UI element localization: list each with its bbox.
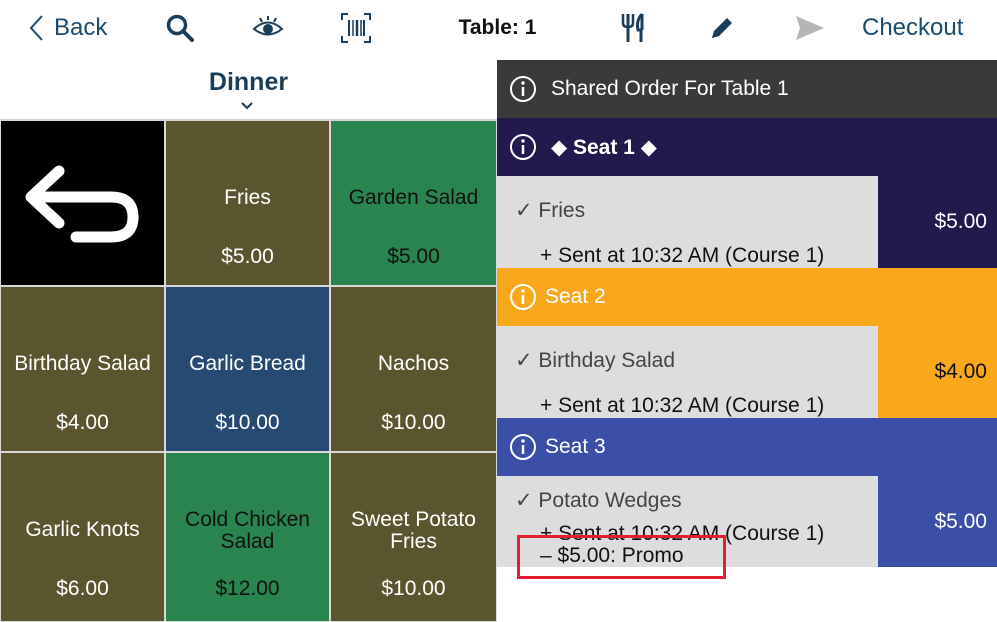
info-icon bbox=[510, 134, 536, 160]
order-item[interactable]: ✓ Fries + Sent at 10:32 AM (Course 1) $5… bbox=[497, 176, 997, 268]
seat-label: Seat 2 bbox=[545, 285, 606, 308]
promo-highlight-box bbox=[517, 535, 726, 579]
seat-2-header[interactable]: Seat 2 bbox=[497, 268, 997, 326]
menu-item-price: $10.00 bbox=[381, 577, 446, 600]
menu-item-name: Fries bbox=[224, 186, 271, 209]
menu-item-price: $5.00 bbox=[387, 245, 440, 268]
edit-button[interactable] bbox=[702, 0, 742, 56]
info-icon bbox=[510, 434, 536, 460]
menu-item-name: Birthday Salad bbox=[14, 352, 151, 375]
shared-order-label: Shared Order For Table 1 bbox=[551, 77, 789, 100]
eye-icon bbox=[252, 16, 284, 36]
order-item-price: $5.00 bbox=[878, 176, 997, 268]
order-item-name: ✓ Birthday Salad bbox=[515, 349, 676, 372]
menu-item-price: $5.00 bbox=[221, 245, 274, 268]
menu-item-name: Garlic Bread bbox=[189, 352, 306, 375]
seat-3-header[interactable]: Seat 3 bbox=[497, 418, 997, 476]
info-icon bbox=[510, 284, 536, 310]
menu-item-price: $4.00 bbox=[56, 411, 109, 434]
barcode-icon bbox=[341, 13, 371, 43]
shared-order-header[interactable]: Shared Order For Table 1 bbox=[497, 60, 997, 118]
menu-back-tile[interactable] bbox=[0, 120, 165, 286]
menu-item-name: Sweet Potato Fries bbox=[351, 508, 476, 553]
order-item-name: ✓ Potato Wedges bbox=[515, 489, 682, 512]
menu-item-tile[interactable]: Cold Chicken Salad $12.00 bbox=[165, 452, 330, 622]
send-icon bbox=[796, 16, 824, 40]
menu-item-tile[interactable]: Nachos $10.00 bbox=[330, 286, 497, 452]
menu-item-tile[interactable]: Sweet Potato Fries $10.00 bbox=[330, 452, 497, 622]
order-item-price: $5.00 bbox=[878, 476, 997, 567]
view-button[interactable] bbox=[248, 0, 288, 56]
menu-item-price: $10.00 bbox=[381, 411, 446, 434]
chevron-down-icon bbox=[240, 98, 254, 116]
search-button[interactable] bbox=[160, 0, 200, 56]
menu-category-title: Dinner bbox=[208, 68, 289, 96]
menu-item-tile[interactable]: Garlic Knots $6.00 bbox=[0, 452, 165, 622]
top-toolbar: Back Table: 1 Checkout bbox=[0, 0, 997, 60]
search-icon bbox=[166, 14, 194, 42]
menu-item-price: $12.00 bbox=[215, 577, 280, 600]
menu-button[interactable] bbox=[614, 0, 654, 56]
fork-knife-icon bbox=[621, 12, 644, 42]
pencil-icon bbox=[712, 18, 732, 38]
menu-item-tile[interactable]: Birthday Salad $4.00 bbox=[0, 286, 165, 452]
menu-grid: Fries $5.00 Garden Salad $5.00 Birthday … bbox=[0, 120, 497, 622]
return-arrow-icon bbox=[25, 165, 139, 243]
seat-label: Seat 3 bbox=[545, 435, 606, 458]
menu-item-name: Nachos bbox=[377, 352, 450, 375]
menu-item-tile[interactable]: Garden Salad $5.00 bbox=[330, 120, 497, 286]
order-item-sent-status: + Sent at 10:32 AM (Course 1) bbox=[540, 244, 825, 267]
order-item-sent-status: + Sent at 10:32 AM (Course 1) bbox=[540, 394, 825, 417]
menu-item-tile[interactable]: Fries $5.00 bbox=[165, 120, 330, 286]
menu-item-name: Cold Chicken Salad bbox=[185, 508, 310, 553]
info-icon bbox=[510, 76, 536, 102]
seat-label: ◆ Seat 1 ◆ bbox=[551, 135, 657, 159]
order-panel: Shared Order For Table 1 ◆ Seat 1 ◆ ✓ Fr… bbox=[497, 60, 997, 622]
menu-item-name: Garden Salad bbox=[348, 186, 479, 209]
checkout-button[interactable]: Checkout bbox=[862, 0, 963, 56]
menu-item-price: $6.00 bbox=[56, 577, 109, 600]
back-button[interactable]: Back bbox=[28, 0, 107, 56]
chevron-left-icon bbox=[28, 14, 44, 42]
back-label: Back bbox=[54, 14, 108, 41]
menu-item-price: $10.00 bbox=[215, 411, 280, 434]
order-item-name: ✓ Fries bbox=[515, 199, 586, 222]
order-item-price: $4.00 bbox=[878, 326, 997, 418]
menu-item-tile[interactable]: Garlic Bread $10.00 bbox=[165, 286, 330, 452]
menu-category-header[interactable]: Dinner bbox=[0, 60, 497, 120]
menu-item-name: Garlic Knots bbox=[25, 518, 140, 541]
table-label: Table: 1 bbox=[458, 16, 537, 39]
order-item[interactable]: ✓ Birthday Salad + Sent at 10:32 AM (Cou… bbox=[497, 326, 997, 418]
barcode-button[interactable] bbox=[336, 0, 376, 56]
seat-1-header[interactable]: ◆ Seat 1 ◆ bbox=[497, 118, 997, 176]
send-button[interactable] bbox=[790, 0, 830, 56]
